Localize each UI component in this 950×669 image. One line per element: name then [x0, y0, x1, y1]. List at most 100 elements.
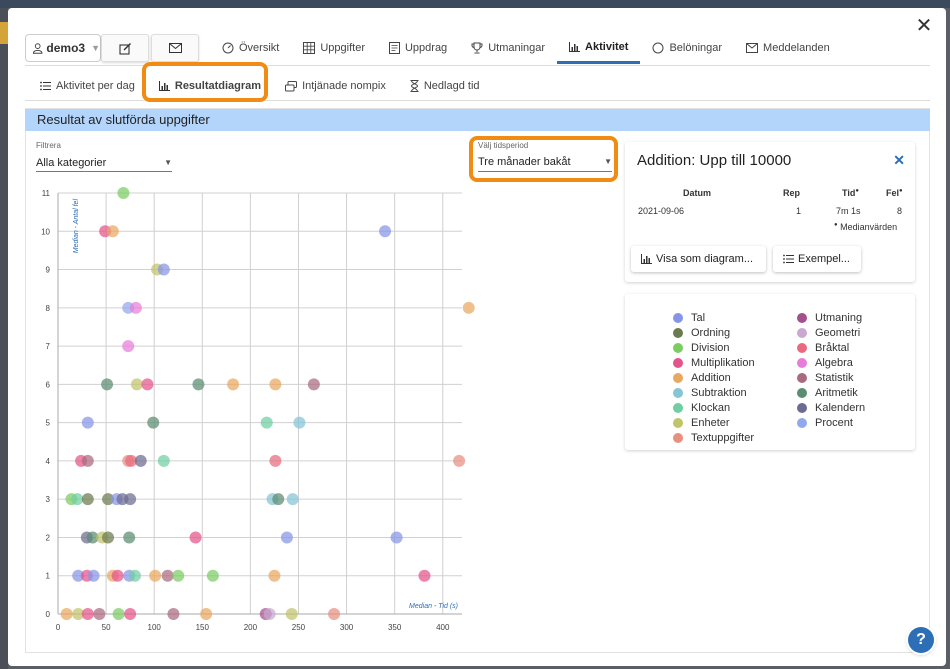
legend-item-utmaning[interactable]: Utmaning: [797, 312, 862, 324]
legend-item-procent[interactable]: Procent: [797, 417, 853, 429]
document-icon: [388, 42, 400, 54]
legend-item-enheter[interactable]: Enheter: [673, 417, 730, 429]
tab-meddelanden[interactable]: Meddelanden: [734, 32, 842, 64]
filter-label: Filtrera: [36, 141, 61, 150]
legend-item-klockan[interactable]: Klockan: [673, 402, 730, 414]
y-tick-label: 2: [46, 533, 51, 542]
legend-item-subtraktion[interactable]: Subtraktion: [673, 387, 747, 399]
data-point: [379, 225, 392, 238]
x-tick-label: 400: [436, 623, 450, 632]
y-tick-label: 0: [46, 610, 51, 619]
legend-label: Textuppgifter: [691, 432, 754, 444]
footnote-marker: ●: [855, 188, 859, 194]
y-tick-label: 5: [46, 419, 51, 428]
data-point: [147, 416, 160, 429]
subtab-nedlagd-tid[interactable]: Nedlagd tid: [398, 72, 492, 100]
data-point: [189, 531, 202, 544]
legend-item-tal[interactable]: Tal: [673, 312, 705, 324]
tab-uppgifter[interactable]: Uppgifter: [291, 32, 377, 64]
data-point: [192, 378, 205, 391]
examples-button[interactable]: Exempel...: [773, 246, 861, 272]
user-menu-button[interactable]: demo3 ▼: [25, 34, 101, 62]
legend-item-kalendern[interactable]: Kalendern: [797, 402, 865, 414]
footnote: ● Medianvärden: [834, 222, 897, 232]
data-point: [390, 531, 403, 544]
legend-item-geometri[interactable]: Geometri: [797, 327, 860, 339]
data-point: [285, 608, 298, 620]
tab-oversikt[interactable]: Översikt: [210, 32, 291, 64]
legend-swatch: [673, 373, 683, 383]
help-button[interactable]: ?: [908, 627, 934, 653]
data-point: [286, 493, 299, 506]
data-point: [307, 378, 320, 391]
data-point: [260, 416, 273, 429]
data-point: [124, 608, 137, 620]
y-tick-label: 11: [42, 189, 51, 198]
close-icon[interactable]: ✕: [893, 152, 905, 169]
legend-swatch: [673, 388, 683, 398]
data-point: [111, 569, 124, 582]
x-tick-label: 150: [196, 623, 210, 632]
close-icon[interactable]: ✕: [912, 14, 936, 38]
tab-label: Belöningar: [669, 42, 723, 54]
legend-swatch: [797, 403, 807, 413]
message-button[interactable]: [151, 34, 199, 62]
legend-item-ordning[interactable]: Ordning: [673, 327, 730, 339]
data-point: [268, 569, 281, 582]
legend-item-division[interactable]: Division: [673, 342, 730, 354]
data-point: [130, 378, 143, 391]
footnote-text: Medianvärden: [840, 222, 898, 232]
legend-swatch: [797, 358, 807, 368]
legend-item-braktal[interactable]: Bråktal: [797, 342, 849, 354]
legend-label: Multiplikation: [691, 357, 755, 369]
header-errors: Fel●: [886, 188, 903, 198]
tab-beloningar[interactable]: Belöningar: [640, 32, 734, 64]
tab-label: Uppgifter: [320, 42, 365, 54]
subtab-intjanade-nompix[interactable]: Intjänade nompix: [273, 72, 398, 100]
legend-swatch: [673, 358, 683, 368]
filter-select[interactable]: Alla kategorier ▼: [36, 154, 172, 172]
subtab-aktivitet-per-dag[interactable]: Aktivitet per dag: [28, 72, 147, 100]
tab-utmaningar[interactable]: Utmaningar: [459, 32, 557, 64]
legend-item-multiplikation[interactable]: Multiplikation: [673, 357, 755, 369]
data-point: [141, 378, 154, 391]
legend-item-textuppgifter[interactable]: Textuppgifter: [673, 432, 754, 444]
data-point: [453, 454, 466, 467]
data-point: [123, 531, 136, 544]
data-point: [462, 301, 475, 314]
subtab-label: Nedlagd tid: [423, 80, 480, 92]
gauge-icon: [222, 42, 234, 54]
legend-item-aritmetik[interactable]: Aritmetik: [797, 387, 858, 399]
legend-label: Tal: [691, 312, 706, 324]
background-strip: [0, 0, 950, 8]
legend-swatch: [797, 388, 807, 398]
tab-aktivitet[interactable]: Aktivitet: [557, 32, 641, 64]
legend-item-algebra[interactable]: Algebra: [797, 357, 853, 369]
data-point: [272, 493, 285, 506]
examples-label: Exempel...: [798, 253, 850, 265]
legend-swatch: [673, 403, 683, 413]
data-point: [122, 340, 135, 353]
y-tick-label: 8: [46, 304, 51, 313]
coins-icon: [285, 80, 298, 92]
header-time: Tid●: [842, 188, 859, 198]
legend-label: Geometri: [815, 327, 861, 339]
tab-uppdrag[interactable]: Uppdrag: [377, 32, 459, 64]
legend-item-statistik[interactable]: Statistik: [797, 372, 854, 384]
data-point: [157, 454, 170, 467]
data-point: [293, 416, 306, 429]
y-tick-label: 6: [46, 380, 51, 389]
tab-label: Uppdrag: [404, 42, 448, 54]
chevron-down-icon: ▼: [91, 43, 100, 53]
grid-icon: [303, 42, 316, 54]
list-icon: [783, 254, 794, 264]
edit-button[interactable]: [101, 34, 149, 62]
y-axis-label: Median - Antal fel: [73, 199, 80, 254]
legend-swatch: [673, 328, 683, 338]
legend-label: Ordning: [691, 327, 731, 339]
show-chart-button[interactable]: Visa som diagram...: [631, 246, 766, 272]
chevron-down-icon: ▼: [164, 158, 172, 167]
legend-item-addition[interactable]: Addition: [673, 372, 731, 384]
task-title: Addition: Upp till 10000: [637, 152, 792, 169]
data-point: [157, 263, 170, 276]
